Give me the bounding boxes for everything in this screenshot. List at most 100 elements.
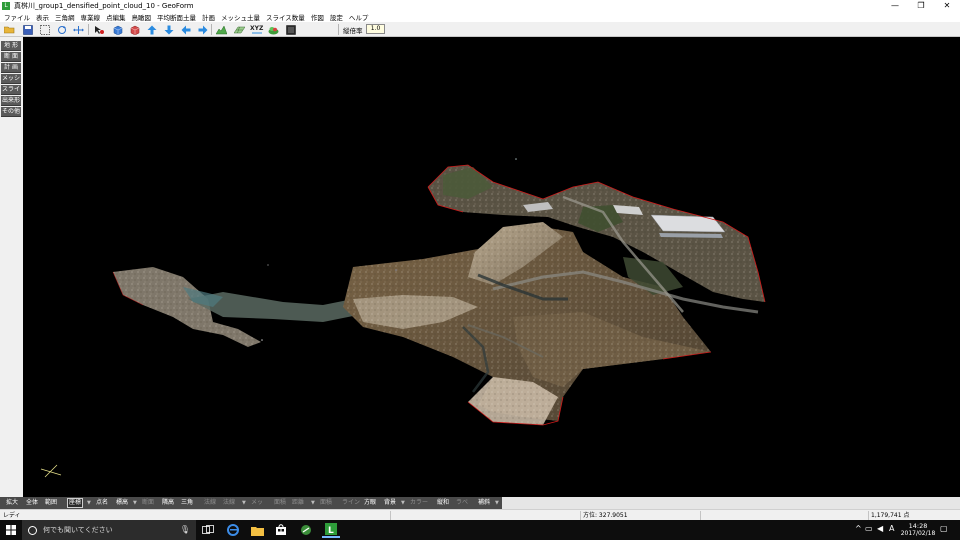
background-dropdown-icon[interactable]: ▼: [401, 499, 405, 507]
title-bar: L 真桝川_group1_densified_point_cloud_10 - …: [0, 0, 960, 11]
app-green-icon[interactable]: [299, 523, 313, 537]
line-button[interactable]: ライン: [342, 499, 360, 507]
select-icon[interactable]: [39, 24, 50, 35]
side-plan-button[interactable]: 計 画: [1, 63, 21, 73]
menu-point-edit[interactable]: 点編集: [104, 12, 130, 22]
file-explorer-icon[interactable]: [250, 523, 264, 537]
window-title: 真桝川_group1_densified_point_cloud_10 - Ge…: [14, 1, 194, 10]
cortana-circle-icon: [28, 525, 37, 535]
side-other-button[interactable]: その他: [1, 107, 21, 117]
edge-browser-icon[interactable]: [226, 523, 240, 537]
menu-drawing[interactable]: 作図: [309, 12, 328, 22]
area-button[interactable]: 面積: [274, 499, 286, 507]
fit-icon[interactable]: [73, 24, 84, 35]
grid-3d-icon[interactable]: [234, 24, 245, 35]
coordinates-dropdown-icon[interactable]: ▼: [87, 499, 91, 507]
side-mesh-button[interactable]: メッシュ: [1, 74, 21, 92]
adjacent-height-button[interactable]: 隣高: [162, 499, 174, 507]
minimize-button[interactable]: —: [882, 0, 908, 11]
section-button[interactable]: 断面: [142, 499, 154, 507]
elevation-dropdown-icon[interactable]: ▼: [133, 499, 137, 507]
bottom-tool-strip: 拡大 全体 範囲 座標 ▼ 点名 標高 ▼ 断面 隣高 三角 法線 法線 ▼ メ…: [0, 497, 960, 509]
mesh-button[interactable]: メッ: [251, 499, 263, 507]
svg-text:XYZ: XYZ: [250, 25, 264, 32]
task-view-icon[interactable]: [201, 523, 215, 537]
tray-volume-icon[interactable]: ◀: [877, 524, 883, 533]
range-button[interactable]: 範囲: [45, 499, 57, 507]
zoom-in-button[interactable]: 拡大: [6, 499, 18, 507]
vertical-scale-label: 縦倍率: [343, 27, 363, 35]
app-logo-icon: L: [2, 1, 10, 10]
menu-view[interactable]: 表示: [34, 12, 53, 22]
action-center-icon[interactable]: ▢: [940, 524, 948, 533]
vertical-sum-button[interactable]: 縦和: [437, 499, 449, 507]
windows-start-icon[interactable]: [0, 520, 22, 540]
open-folder-icon[interactable]: [4, 24, 15, 35]
tray-network-icon[interactable]: ▭: [865, 524, 873, 533]
distance-button[interactable]: 距離: [292, 499, 304, 507]
clock-time[interactable]: 14:28: [905, 522, 931, 530]
menu-mesh-volume[interactable]: メッシュ土量: [219, 12, 264, 22]
area-button-2[interactable]: 面積: [320, 499, 332, 507]
elevation-button[interactable]: 標高: [116, 499, 128, 507]
taskbar-search-box[interactable]: 何でも聞いてください 🎙: [22, 520, 196, 540]
save-icon[interactable]: [22, 24, 33, 35]
menu-settings[interactable]: 設定: [328, 12, 347, 22]
color-button[interactable]: カラー: [410, 499, 428, 507]
slope-dropdown-icon[interactable]: ▼: [495, 499, 499, 507]
clock-date[interactable]: 2017/02/18: [899, 530, 937, 538]
label-button[interactable]: ラベ: [456, 499, 468, 507]
status-point-count: 1,179,741 点: [871, 512, 910, 519]
close-button[interactable]: ✕: [934, 0, 960, 11]
rotate-icon[interactable]: [56, 24, 67, 35]
side-slice-button[interactable]: スライス: [1, 85, 21, 103]
cube-red-icon[interactable]: [129, 24, 140, 35]
cursor-point-icon[interactable]: [94, 24, 105, 35]
distance-dropdown-icon[interactable]: ▼: [311, 499, 315, 507]
point-name-button[interactable]: 点名: [96, 499, 108, 507]
normal-button-1[interactable]: 法線: [204, 499, 216, 507]
point-cloud-render: [40, 158, 766, 478]
menu-birdseye[interactable]: 鳥瞰図: [130, 12, 156, 22]
store-icon[interactable]: [274, 523, 288, 537]
menu-file[interactable]: ファイル: [2, 12, 34, 22]
microphone-icon[interactable]: 🎙: [180, 525, 190, 534]
arrow-right-icon[interactable]: [197, 24, 208, 35]
menu-help[interactable]: ヘルプ: [347, 12, 373, 22]
coordinates-button[interactable]: 座標: [66, 498, 84, 508]
background-button[interactable]: 背景: [384, 499, 396, 507]
menu-avg-section-volume[interactable]: 平均断面土量: [155, 12, 200, 22]
toolbar: XYZ 縦倍率 1.0: [0, 22, 960, 37]
arrow-up-icon[interactable]: [146, 24, 157, 35]
vertical-scale-input[interactable]: 1.0: [366, 24, 385, 34]
maximize-button[interactable]: ❐: [908, 0, 934, 11]
menu-slice-quantity[interactable]: スライス数量: [264, 12, 309, 22]
terrain-icon[interactable]: [216, 24, 227, 35]
side-section-button[interactable]: 断 面: [1, 52, 21, 62]
menu-tin[interactable]: 三角網: [53, 12, 79, 22]
normal-dropdown-icon[interactable]: ▼: [242, 499, 246, 507]
point-cloud-viewport[interactable]: [23, 37, 960, 497]
cube-blue-icon[interactable]: [112, 24, 123, 35]
grid-button[interactable]: 方眼: [364, 499, 376, 507]
tray-expand-icon[interactable]: ^: [855, 524, 862, 533]
xyz-icon[interactable]: XYZ: [250, 24, 264, 35]
ime-mode-indicator[interactable]: A: [889, 524, 894, 533]
arrow-down-icon[interactable]: [163, 24, 174, 35]
status-bar: レディ 方位: 327.9051 1,179,741 点: [0, 509, 960, 520]
arrow-left-icon[interactable]: [180, 24, 191, 35]
normal-button-2[interactable]: 法線: [223, 499, 235, 507]
display-icon[interactable]: [285, 24, 296, 35]
slope-button[interactable]: 補斜: [478, 499, 490, 507]
status-ready: レディ: [3, 512, 21, 519]
status-direction: 方位: 327.9051: [583, 512, 628, 519]
side-terrain-button[interactable]: 地 形: [1, 41, 21, 51]
geoform-taskbar-icon[interactable]: L: [322, 521, 340, 538]
fit-all-button[interactable]: 全体: [26, 499, 38, 507]
menu-plan[interactable]: 計画: [200, 12, 219, 22]
left-function-panel: 地 形 断 面 計 画 メッシュ スライス 出来形 その他: [0, 37, 23, 497]
menu-lines[interactable]: 専業線: [79, 12, 105, 22]
triangle-button[interactable]: 三角: [181, 499, 193, 507]
cloud-green-icon[interactable]: [268, 24, 279, 35]
side-asbuilt-button[interactable]: 出来形: [1, 96, 21, 106]
